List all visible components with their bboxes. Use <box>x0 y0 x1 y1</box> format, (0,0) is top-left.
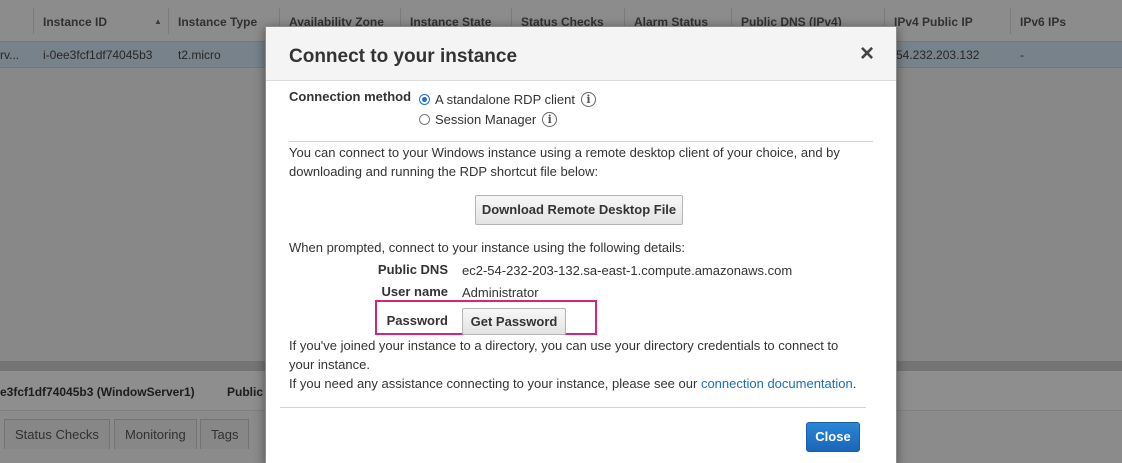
option-label[interactable]: Session Manager <box>435 112 536 127</box>
password-label: Password <box>386 313 448 328</box>
user-name-label: User name <box>381 284 448 299</box>
user-name-value: Administrator <box>462 285 539 300</box>
public-dns-value: ec2-54-232-203-132.sa-east-1.compute.ama… <box>462 263 793 278</box>
directory-note: If you've joined your instance to a dire… <box>289 338 839 372</box>
connection-documentation-link[interactable]: connection documentation <box>701 376 853 391</box>
get-password-button[interactable]: Get Password <box>462 308 566 335</box>
dialog-header: Connect to your instance × <box>266 27 896 81</box>
option-standalone-rdp[interactable]: A standalone RDP client i <box>419 90 596 108</box>
assistance-text: If you need any assistance connecting to… <box>289 374 879 393</box>
radio-selected-icon[interactable] <box>419 93 430 105</box>
section-divider <box>289 141 873 142</box>
option-label[interactable]: A standalone RDP client <box>435 92 575 107</box>
assistance-prefix: If you need any assistance connecting to… <box>289 376 698 391</box>
option-session-manager[interactable]: Session Manager i <box>419 110 558 128</box>
public-dns-label: Public DNS <box>377 262 448 277</box>
assistance-suffix: . <box>852 376 857 391</box>
rdp-intro-text: You can connect to your Windows instance… <box>289 145 840 179</box>
download-rdp-file-button[interactable]: Download Remote Desktop File <box>475 195 683 225</box>
footer-divider <box>280 407 866 408</box>
close-icon[interactable]: × <box>856 42 878 66</box>
connection-method-label: Connection method <box>289 89 412 104</box>
close-button[interactable]: Close <box>806 422 860 452</box>
connect-instance-dialog: Connect to your instance × Connection me… <box>265 26 897 463</box>
radio-unselected-icon[interactable] <box>419 113 430 125</box>
info-icon[interactable]: i <box>580 91 596 107</box>
connection-details-prompt: When prompted, connect to your instance … <box>289 240 686 255</box>
info-icon[interactable]: i <box>542 111 558 127</box>
dialog-title: Connect to your instance <box>289 46 518 67</box>
